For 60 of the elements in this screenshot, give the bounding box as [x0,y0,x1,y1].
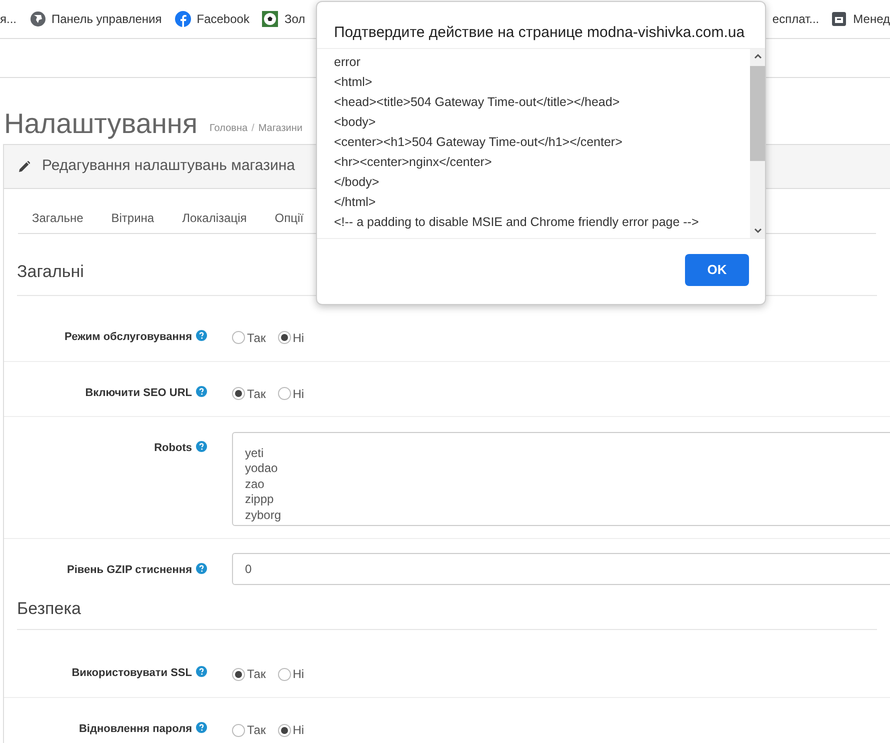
breadcrumb-separator: / [252,122,254,136]
help-icon [196,330,207,340]
radio-option[interactable]: Ні [278,665,304,683]
field-label: Відновлення пароля [78,721,207,738]
field-label: Режим обслуговування [64,328,207,345]
message-line: </body> [334,174,380,191]
pencil-icon [18,160,30,172]
radio-option[interactable]: Ні [278,721,304,739]
bookmark-item[interactable]: есплат... [772,10,820,28]
message-line: <!-- a padding to disable MSIE and Chrome friendly error page --> [334,214,700,231]
tab[interactable]: Загальне [18,207,98,233]
facebook-icon [174,11,191,27]
help-icon [196,386,207,396]
page-title: Налаштування [4,110,198,141]
textarea-line: yeti [245,446,265,461]
section-heading: Безпека [17,596,877,630]
globe-icon [30,11,46,27]
gzip-input-field[interactable]: 0 [232,552,890,584]
field-label: Використовувати SSL [72,665,207,682]
bookmark-item[interactable]: Facebook [174,10,250,28]
message-line: <hr><center>nginx</center> [334,154,493,171]
radio-option[interactable]: Ні [278,328,304,346]
tab[interactable]: Локалізація [168,207,261,233]
bookmark-item[interactable]: Панель управления [30,10,162,28]
message-line: error [334,54,362,71]
soccer-ball-icon [262,11,278,27]
help-icon [196,440,207,452]
radio-option[interactable]: Так [232,721,266,739]
radio-option[interactable]: Ні [278,384,304,402]
tab[interactable]: Вітрина [97,207,168,233]
scrollbar[interactable] [750,49,765,238]
breadcrumb-link[interactable]: Головна [210,121,248,136]
help-icon [196,722,207,733]
message-line: <html> [334,74,374,91]
message-line: </html> [334,194,377,211]
tab[interactable]: Опції [260,207,318,233]
message-line: <center><h1>504 Gateway Time-out</h1></center> [334,134,624,151]
box-icon [831,11,848,27]
breadcrumb-link[interactable]: Магазини [258,121,302,136]
ok-button[interactable]: OK [685,254,749,286]
bookmark-item[interactable]: Менед [831,10,890,28]
bookmark-item[interactable]: я... [0,10,16,28]
bookmark-item[interactable]: Зол [262,10,306,28]
textarea-line: zyborg [245,508,282,523]
field-label: Включити SEO URL [85,384,207,401]
field-label: Рівень GZIP стиснення [67,562,207,578]
message-line: <body> [334,114,377,131]
robots-textarea[interactable]: yeti yodao zao zippp zyborg [232,432,890,526]
panel-title: Редагування налаштувань магазина [42,156,295,176]
radio-option[interactable]: Так [232,328,266,346]
textarea-line: yodao [245,461,279,476]
dialog-title: Подтвердите действие на странице modna-vishivka.com.ua [333,23,746,43]
textarea-line: zao [245,476,266,492]
help-icon [196,562,207,574]
field-label: Robots [154,440,207,456]
help-icon [196,666,207,677]
radio-option[interactable]: Так [232,665,266,683]
message-line: <head><title>504 Gateway Time-out</title></head> [334,94,621,111]
radio-option[interactable]: Так [232,384,266,402]
textarea-line: zippp [245,492,275,508]
